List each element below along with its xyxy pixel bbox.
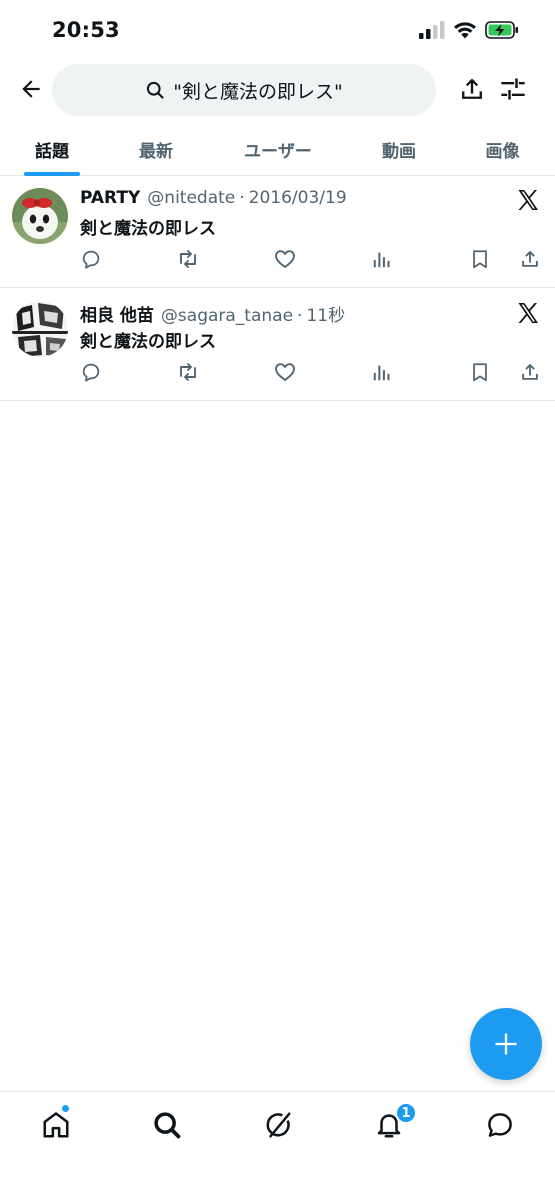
- author-name[interactable]: 相良 他苗: [80, 301, 154, 326]
- bookmark-icon: [473, 250, 487, 269]
- status-time: 20:53: [52, 18, 120, 42]
- notification-badge: 1: [395, 1102, 417, 1124]
- back-arrow-icon: [22, 80, 40, 98]
- views-chart-icon: [373, 252, 390, 268]
- tweet-header: 相良 他苗 @sagara_tanae · 11秒: [80, 301, 345, 326]
- tweet-item[interactable]: 相良 他苗 @sagara_tanae · 11秒 剣と魔法の即レス: [0, 289, 555, 401]
- tweet-text: 剣と魔法の即レス: [80, 332, 216, 352]
- tweet-item[interactable]: PARTY @nitedate · 2016/03/19 剣と魔法の即レス: [0, 176, 555, 288]
- reply-icon: [82, 250, 100, 269]
- filter-button[interactable]: [496, 72, 530, 106]
- tab-media[interactable]: 画像: [450, 122, 555, 176]
- search-header: "剣と魔法の即レス": [0, 58, 555, 122]
- share-search-button[interactable]: [455, 72, 489, 106]
- heart-icon: [275, 363, 295, 381]
- back-button[interactable]: [14, 72, 48, 106]
- tab-videos[interactable]: 動画: [348, 122, 450, 176]
- bookmark-button[interactable]: [467, 359, 493, 385]
- nav-grok[interactable]: [261, 1108, 295, 1142]
- battery-charging-icon: [485, 21, 519, 43]
- views-button[interactable]: [369, 246, 395, 272]
- separator: ·: [297, 306, 303, 326]
- reply-button[interactable]: [78, 359, 104, 385]
- author-handle[interactable]: @nitedate: [147, 188, 235, 208]
- search-icon: [154, 1112, 181, 1139]
- search-icon: [147, 81, 164, 99]
- tweet-timestamp[interactable]: 11秒: [306, 301, 345, 326]
- status-bar: 20:53: [0, 0, 555, 58]
- search-input[interactable]: "剣と魔法の即レス": [52, 64, 436, 116]
- home-unread-dot: [61, 1104, 70, 1113]
- like-button[interactable]: [272, 246, 298, 272]
- retweet-button[interactable]: [175, 359, 201, 385]
- x-logo-icon: [516, 188, 542, 214]
- filter-icon: [501, 78, 525, 100]
- avatar[interactable]: [12, 301, 68, 357]
- search-tabs: 話題 最新 ユーザー 動画 画像: [0, 122, 555, 176]
- bottom-nav: 1: [0, 1091, 555, 1200]
- tab-latest[interactable]: 最新: [104, 122, 208, 176]
- views-chart-icon: [373, 365, 390, 381]
- grok-icon: [266, 1112, 291, 1138]
- retweet-icon: [180, 363, 196, 381]
- author-handle[interactable]: @sagara_tanae: [161, 306, 293, 326]
- tweet-timestamp[interactable]: 2016/03/19: [249, 188, 347, 208]
- plus-icon: [495, 1033, 517, 1055]
- views-button[interactable]: [369, 359, 395, 385]
- share-icon: [462, 78, 482, 99]
- nav-home[interactable]: [39, 1108, 73, 1142]
- home-icon: [43, 1112, 69, 1138]
- like-button[interactable]: [272, 359, 298, 385]
- chat-bubble-icon: [488, 1113, 512, 1137]
- nav-explore[interactable]: [150, 1108, 184, 1142]
- signal-icon: [419, 21, 445, 43]
- tweet-text: 剣と魔法の即レス: [80, 219, 216, 239]
- bookmark-button[interactable]: [467, 246, 493, 272]
- heart-icon: [275, 250, 295, 268]
- retweet-button[interactable]: [175, 246, 201, 272]
- avatar[interactable]: [12, 188, 68, 244]
- nav-messages[interactable]: [483, 1108, 517, 1142]
- reply-button[interactable]: [78, 246, 104, 272]
- status-icons: [419, 20, 519, 44]
- author-name[interactable]: PARTY: [80, 188, 140, 208]
- tab-top[interactable]: 話題: [0, 122, 104, 176]
- share-tweet-button[interactable]: [517, 359, 543, 385]
- reply-icon: [82, 363, 100, 382]
- bookmark-icon: [473, 363, 487, 382]
- separator: ·: [239, 188, 245, 208]
- search-query: "剣と魔法の即レス": [173, 80, 343, 103]
- x-logo-icon: [516, 301, 542, 327]
- tab-people[interactable]: ユーザー: [208, 122, 348, 176]
- retweet-icon: [180, 250, 196, 268]
- wifi-icon: [453, 21, 477, 43]
- tweet-header: PARTY @nitedate · 2016/03/19: [80, 188, 347, 208]
- share-icon: [522, 250, 538, 267]
- share-icon: [522, 363, 538, 380]
- compose-button[interactable]: [470, 1008, 542, 1080]
- share-tweet-button[interactable]: [517, 246, 543, 272]
